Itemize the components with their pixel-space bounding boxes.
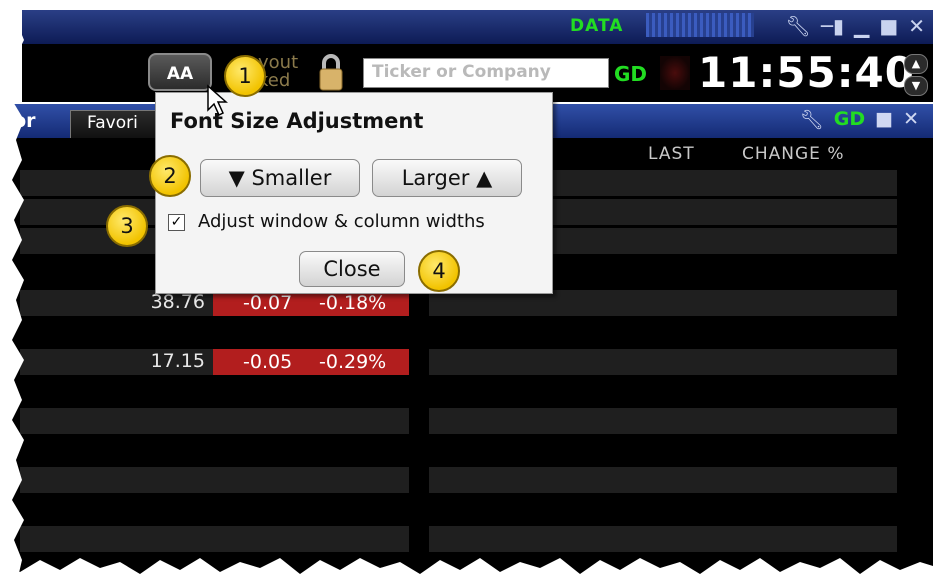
table-row[interactable] [429, 349, 897, 375]
callout-badge: 1 [224, 55, 266, 97]
close-icon[interactable]: ✕ [908, 13, 925, 39]
lock-icon[interactable] [318, 52, 344, 92]
maximize-icon[interactable]: ■ [875, 108, 893, 131]
column-header-change-pct[interactable]: CHANGE % [742, 144, 844, 164]
link-icon[interactable]: GD [834, 108, 865, 131]
last-price: 38.76 [150, 291, 205, 313]
change-value: -0.05 [243, 351, 293, 373]
adjust-widths-checkbox[interactable]: ✓ [168, 214, 185, 231]
close-icon[interactable]: ✕ [903, 108, 919, 131]
window-controls: 🔧︎ ─▮ ▁ ■ ✕ [786, 13, 926, 39]
callout-badge: 4 [418, 250, 460, 292]
table-row[interactable] [429, 408, 897, 434]
callout-badge: 3 [106, 205, 148, 247]
change-cell: -0.05 -0.29% [213, 349, 409, 375]
wrench-icon[interactable]: 🔧︎ [800, 108, 824, 131]
data-activity-indicator [646, 13, 754, 37]
arrow-up-icon: ▲ [476, 166, 493, 190]
maximize-icon[interactable]: ■ [879, 13, 898, 39]
torn-edge-bottom [0, 558, 933, 586]
arrow-down-icon: ▼ [228, 166, 245, 190]
table-row[interactable] [429, 467, 897, 493]
change-percent: -0.29% [319, 351, 387, 373]
clock-display: 11:55:40 [698, 48, 915, 97]
smaller-button[interactable]: ▼ Smaller [200, 159, 360, 197]
callout-badge: 2 [149, 155, 191, 197]
larger-button-label: Larger [401, 166, 470, 190]
app-frame: DATA 🔧︎ ─▮ ▁ ■ ✕ AA yout ked Ticker or C… [0, 0, 933, 586]
font-size-button[interactable]: AA [148, 53, 212, 91]
spin-down-icon[interactable]: ▼ [904, 76, 928, 96]
title-bar: DATA 🔧︎ ─▮ ▁ ■ ✕ [22, 10, 933, 45]
torn-edge-left [0, 0, 24, 586]
column-header-last[interactable]: LAST [648, 144, 695, 164]
adjust-widths-label[interactable]: Adjust window & column widths [198, 211, 485, 232]
ticker-search-input[interactable]: Ticker or Company [363, 58, 609, 88]
checkmark-icon: ✓ [170, 214, 183, 230]
clock-spinner[interactable]: ▲ ▼ [904, 54, 928, 96]
last-price: 17.15 [150, 350, 205, 372]
close-button[interactable]: Close [299, 251, 405, 287]
link-icon[interactable]: GD [614, 62, 647, 86]
spin-up-icon[interactable]: ▲ [904, 54, 928, 74]
mouse-cursor-icon [207, 84, 228, 117]
connection-status-indicator [660, 56, 690, 90]
panel-controls: 🔧︎ GD ■ ✕ [800, 108, 919, 131]
table-row[interactable] [20, 408, 409, 434]
pin-icon[interactable]: ─▮ [821, 13, 844, 39]
wrench-icon[interactable]: 🔧︎ [786, 13, 811, 39]
table-row[interactable] [20, 467, 409, 493]
font-size-dialog: Font Size Adjustment ▼ Smaller Larger ▲ … [155, 92, 553, 294]
minimize-icon[interactable]: ▁ [854, 13, 869, 39]
smaller-button-label: Smaller [251, 166, 332, 190]
data-status-label: DATA [570, 16, 624, 36]
larger-button[interactable]: Larger ▲ [372, 159, 522, 197]
